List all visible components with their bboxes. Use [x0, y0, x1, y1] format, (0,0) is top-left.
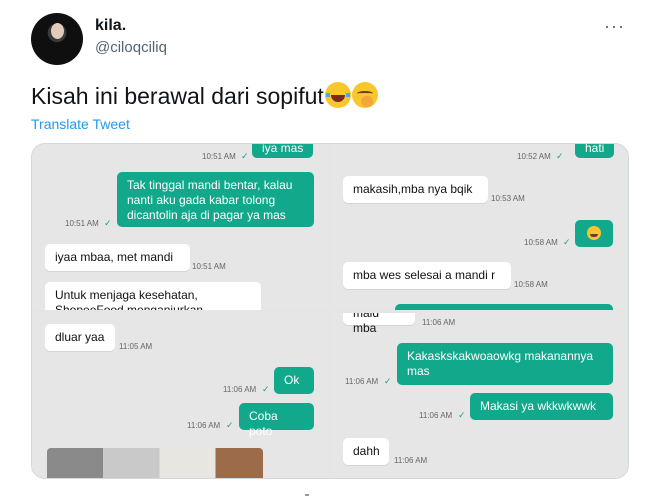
message-time: 10:51 AM	[192, 262, 226, 271]
chat-bubble-outgoing: Ok	[274, 367, 314, 394]
message-time: 11:05 AM	[119, 342, 153, 351]
photo-attachment[interactable]	[47, 448, 263, 478]
message-time: 10:51 AM	[202, 152, 236, 161]
user-handle[interactable]: @ciloqciliq	[95, 39, 167, 56]
read-check-icon: ✓	[241, 151, 249, 161]
avatar[interactable]	[31, 13, 83, 65]
message-time: 11:06 AM	[422, 318, 456, 327]
message-time: 10:53 AM	[491, 194, 525, 203]
tears-of-joy-emoji-icon	[324, 82, 351, 108]
hand-over-mouth-emoji-icon	[351, 82, 378, 108]
message-time: 11:06 AM	[345, 377, 379, 386]
read-check-icon: ✓	[226, 420, 234, 430]
chat-bubble-incoming: makasih,mba nya bqik	[343, 176, 488, 203]
chat-bubble-outgoing	[395, 304, 613, 310]
tweet-media-grid[interactable]: iya mas 10:51 AM ✓ Tak tinggal mandi ben…	[31, 143, 629, 479]
message-time: 10:52 AM	[517, 152, 551, 161]
chat-bubble-incoming: Untuk menjaga kesehatan, ShopeeFood meng…	[45, 282, 261, 310]
chat-screenshot-4[interactable]: maid mba 11:06 AM Kakaskskakwoaowkg maka…	[331, 313, 628, 478]
grin-emoji-icon	[587, 226, 601, 240]
chat-bubble-outgoing	[575, 220, 613, 247]
message-time: 10:58 AM	[524, 238, 558, 247]
read-check-icon: ✓	[556, 151, 564, 161]
tweet-text: Kisah ini berawal dari sopifut	[31, 82, 378, 110]
chat-screenshot-3[interactable]: dluar yaa 11:05 AM Ok 11:06 AM ✓ Coba po…	[32, 313, 328, 478]
translate-tweet-link[interactable]: Translate Tweet	[31, 116, 130, 132]
read-check-icon: ✓	[262, 384, 270, 394]
chat-bubble-outgoing: Makasi ya wkkwkwwk	[470, 393, 613, 420]
chat-bubble-incoming: dahh	[343, 438, 389, 465]
chat-screenshot-2[interactable]: hati 10:52 AM ✓ makasih,mba nya bqik 10:…	[331, 144, 628, 310]
chat-bubble-outgoing: iya mas	[252, 144, 314, 158]
chat-bubble-outgoing: Kakaskskakwoaowkg makanannya mas	[397, 343, 613, 385]
message-time: 10:58 AM	[514, 280, 548, 289]
more-options-icon[interactable]: ···	[604, 16, 625, 37]
read-check-icon: ✓	[563, 237, 571, 247]
read-check-icon: ✓	[384, 376, 392, 386]
chat-bubble-incoming: mba wes selesai a mandi r	[343, 262, 511, 289]
message-time: 11:06 AM	[419, 411, 453, 420]
divider	[305, 494, 309, 496]
chat-bubble-outgoing: Coba poto	[239, 403, 314, 438]
tweet-header: kila. @ciloqciliq ···	[0, 0, 650, 78]
display-name[interactable]: kila.	[95, 17, 126, 35]
message-time: 11:06 AM	[394, 456, 428, 465]
message-time: 10:51 AM	[65, 219, 99, 228]
chat-bubble-incoming: iyaa mbaa, met mandi	[45, 244, 190, 271]
read-check-icon: ✓	[104, 218, 112, 228]
read-check-icon: ✓	[458, 410, 466, 420]
message-time: 11:06 AM	[187, 421, 221, 430]
tweet-text-content: Kisah ini berawal dari sopifut	[31, 83, 324, 109]
chat-screenshot-1[interactable]: iya mas 10:51 AM ✓ Tak tinggal mandi ben…	[32, 144, 328, 310]
message-time: 11:06 AM	[223, 385, 257, 394]
chat-bubble-outgoing: Tak tinggal mandi bentar, kalau nanti ak…	[117, 172, 314, 227]
chat-bubble-outgoing: hati	[575, 144, 615, 158]
chat-bubble-incoming: dluar yaa	[45, 324, 115, 351]
chat-bubble-incoming: maid mba	[343, 313, 415, 335]
